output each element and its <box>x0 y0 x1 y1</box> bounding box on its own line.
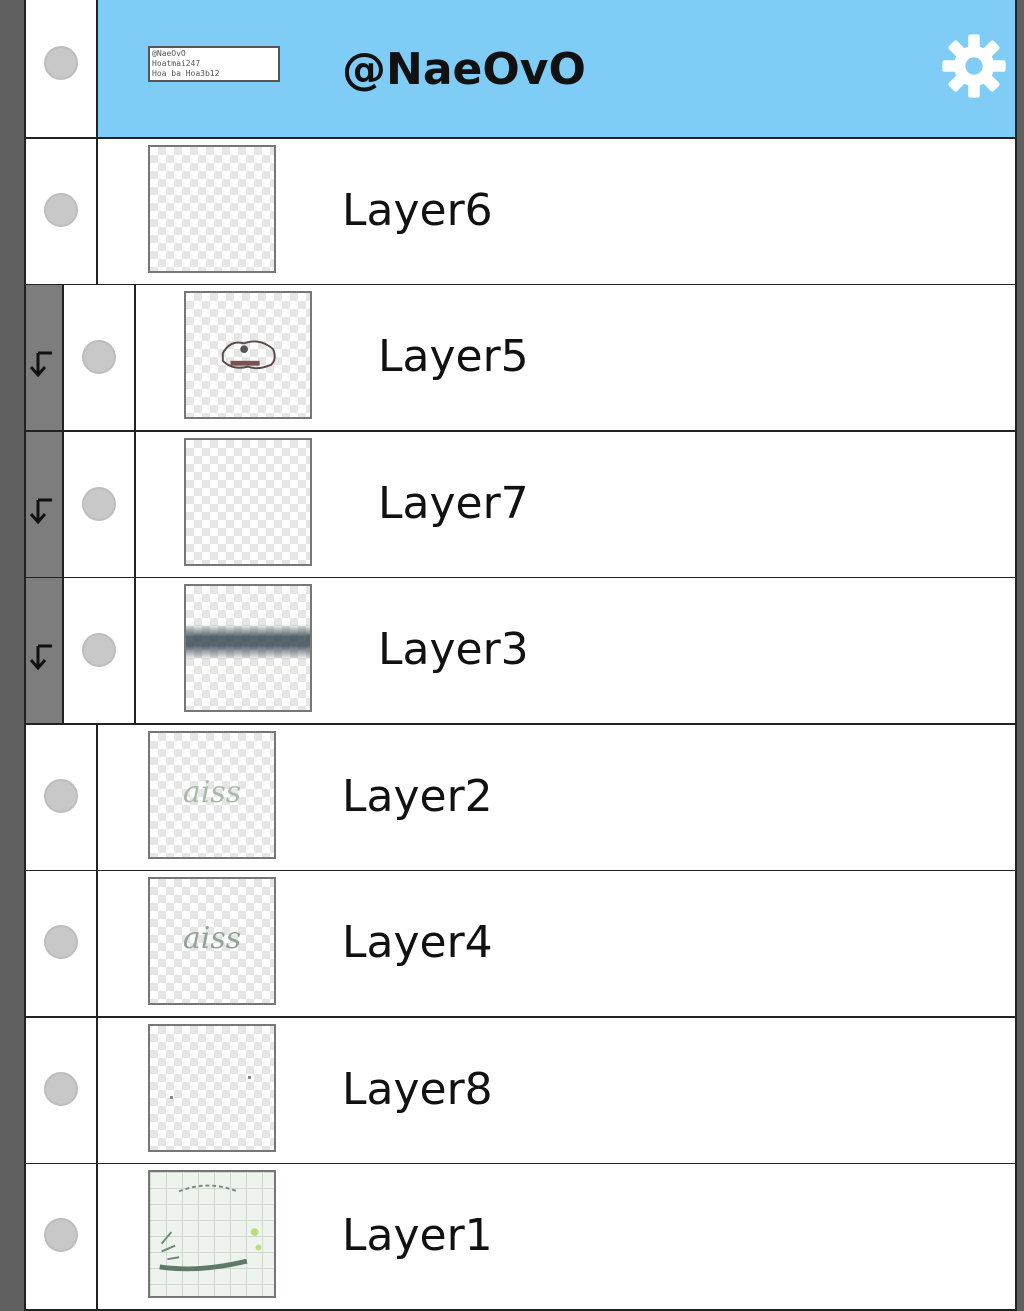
layer-name[interactable]: Layer7 <box>378 478 529 529</box>
visibility-cell <box>26 725 98 870</box>
visibility-dot-icon[interactable] <box>44 1218 78 1252</box>
layer-thumbnail: aiss <box>148 731 276 859</box>
layer-thumbnail <box>184 584 312 712</box>
layer-thumbnail <box>148 1024 276 1152</box>
layer-row-layer2[interactable]: aiss Layer2 <box>24 725 1017 872</box>
layer-name[interactable]: Layer5 <box>378 331 529 382</box>
layer-name[interactable]: Layer8 <box>342 1064 493 1115</box>
clip-arrow-icon <box>30 644 52 670</box>
layer-thumbnail <box>148 1170 276 1298</box>
thumb-text-line: @NaeOvO <box>152 49 186 58</box>
visibility-dot-icon[interactable] <box>44 925 78 959</box>
layer-thumbnail: aiss <box>148 877 276 1005</box>
thumb-script-text: aiss <box>182 921 242 956</box>
layer-row-layer5[interactable]: Layer5 <box>24 285 1017 432</box>
visibility-dot-icon[interactable] <box>82 340 116 374</box>
layer-name[interactable]: Layer2 <box>342 771 493 822</box>
visibility-dot-icon[interactable] <box>44 193 78 227</box>
clip-bar <box>26 285 62 430</box>
layer-row-layer1[interactable]: Layer1 <box>24 1164 1017 1311</box>
layer-name[interactable]: Layer3 <box>378 624 529 675</box>
visibility-cell <box>26 1164 98 1309</box>
clip-arrow-icon <box>30 498 52 524</box>
layer-name[interactable]: @NaeOvO <box>342 44 586 95</box>
layer-row-layer8[interactable]: Layer8 <box>24 1018 1017 1165</box>
visibility-dot-icon[interactable] <box>82 633 116 667</box>
layer-name[interactable]: Layer4 <box>342 917 493 968</box>
layer-name[interactable]: Layer6 <box>342 185 493 236</box>
visibility-cell <box>26 871 98 1016</box>
layer-row-naeovo[interactable]: @NaeOvO Hoatmai247 Hoa ba Hoa3b12 @NaeOv… <box>24 0 1017 139</box>
clip-bar <box>26 432 62 577</box>
visibility-cell <box>26 0 98 137</box>
thumb-text-line: Hoatmai247 <box>152 59 201 68</box>
visibility-cell <box>62 578 136 723</box>
thumb-script-text: aiss <box>182 775 242 810</box>
visibility-cell <box>26 1018 98 1163</box>
layers-panel: @NaeOvO Hoatmai247 Hoa ba Hoa3b12 @NaeOv… <box>24 0 1017 1311</box>
layer-thumbnail: @NaeOvO Hoatmai247 Hoa ba Hoa3b12 <box>148 46 280 82</box>
layer-row-layer3[interactable]: Layer3 <box>24 578 1017 725</box>
visibility-dot-icon[interactable] <box>44 46 78 80</box>
visibility-dot-icon[interactable] <box>82 487 116 521</box>
layer-thumbnail <box>184 438 312 566</box>
visibility-dot-icon[interactable] <box>44 779 78 813</box>
thumb-text-line: Hoa ba Hoa3b12 <box>152 69 220 78</box>
layer-row-layer6[interactable]: Layer6 <box>24 139 1017 286</box>
layer-name[interactable]: Layer1 <box>342 1210 493 1261</box>
visibility-dot-icon[interactable] <box>44 1072 78 1106</box>
layer-thumbnail <box>148 145 276 273</box>
visibility-cell <box>62 432 136 577</box>
layer-row-layer7[interactable]: Layer7 <box>24 432 1017 579</box>
visibility-cell <box>62 285 136 430</box>
visibility-cell <box>26 139 98 284</box>
gear-icon[interactable] <box>938 30 1010 102</box>
clip-arrow-icon <box>30 351 52 377</box>
layer-row-layer4[interactable]: aiss Layer4 <box>24 871 1017 1018</box>
layer-thumbnail <box>184 291 312 419</box>
clip-bar <box>26 578 62 723</box>
